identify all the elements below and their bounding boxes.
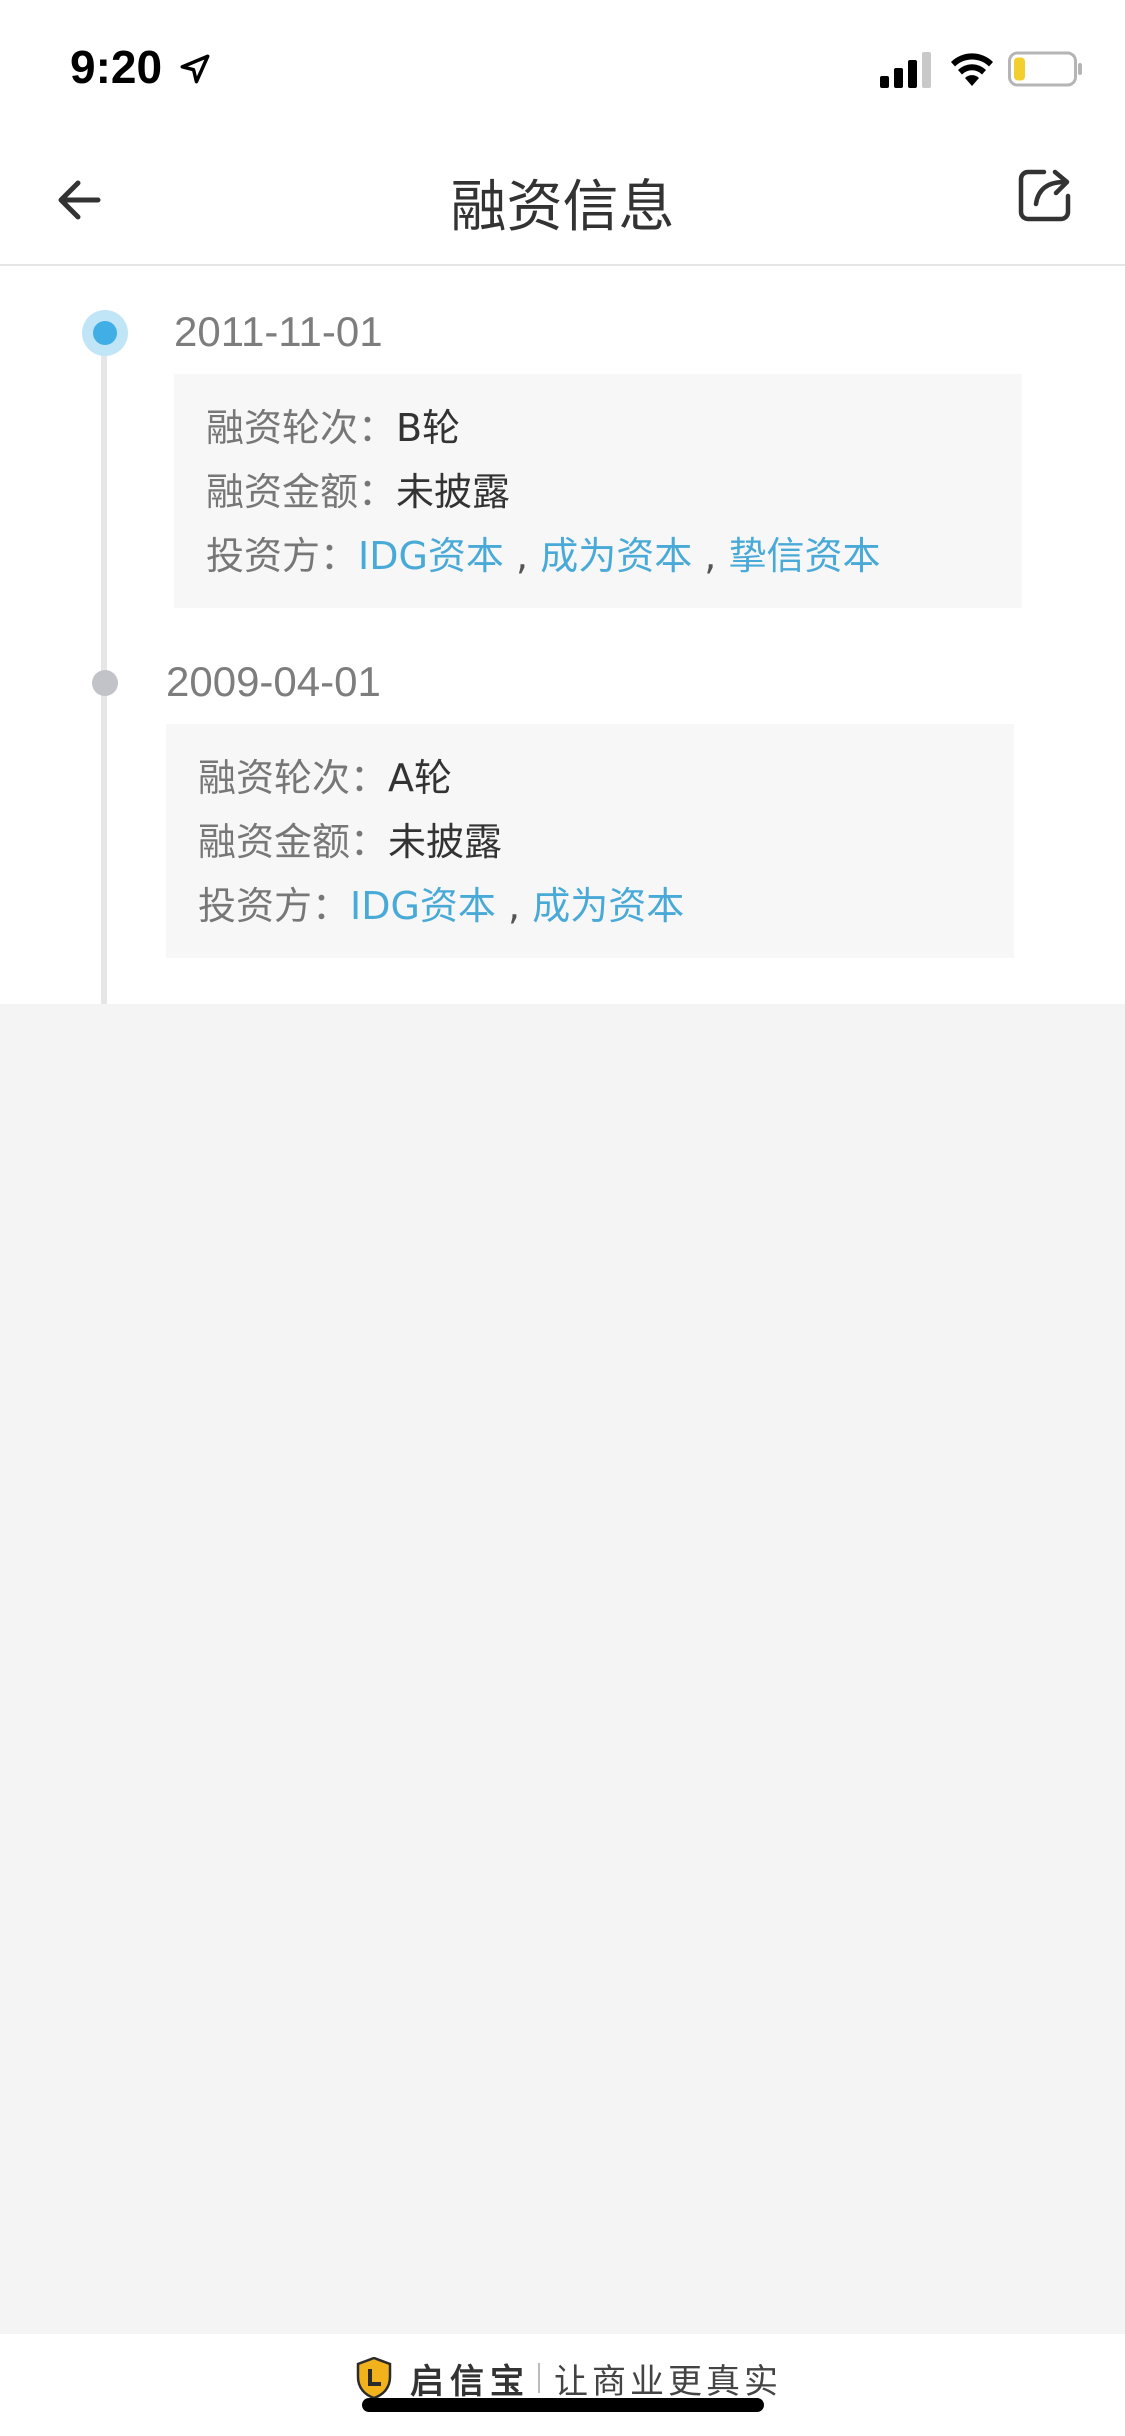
brand-slogan: 让商业更真实 bbox=[554, 2361, 782, 2402]
investor-link[interactable]: IDG资本 bbox=[358, 534, 504, 578]
shield-logo-icon bbox=[356, 2357, 392, 2399]
footer: 启信宝 让商业更真实 bbox=[0, 2334, 1125, 2436]
round-value: B轮 bbox=[396, 406, 461, 450]
round-row: 融资轮次：B轮 bbox=[206, 396, 1022, 460]
round-label: 融资轮次： bbox=[198, 756, 389, 800]
home-indicator[interactable] bbox=[362, 2398, 764, 2412]
nav-bar: 融资信息 bbox=[0, 132, 1125, 266]
investor-label: 投资方： bbox=[206, 534, 359, 578]
amount-row: 融资金额：未披露 bbox=[198, 810, 1014, 874]
investor-label: 投资方： bbox=[198, 884, 351, 928]
share-icon bbox=[1018, 169, 1071, 222]
amount-value: 未披露 bbox=[388, 820, 503, 864]
amount-label: 融资金额： bbox=[206, 470, 397, 514]
timeline-dot bbox=[92, 670, 118, 696]
financing-card: 融资轮次：B轮 融资金额：未披露 投资方：IDG资本 , 成为资本 , 挚信资本 bbox=[174, 374, 1022, 608]
investor-link[interactable]: 成为资本 bbox=[532, 884, 684, 928]
status-time: 9:20 bbox=[70, 41, 163, 93]
round-value: A轮 bbox=[388, 756, 453, 800]
investor-link[interactable]: 挚信资本 bbox=[728, 534, 880, 578]
investor-link[interactable]: IDG资本 bbox=[350, 884, 496, 928]
amount-label: 融资金额： bbox=[198, 820, 389, 864]
round-label: 融资轮次： bbox=[206, 406, 397, 450]
timeline-line bbox=[101, 684, 107, 1004]
financing-timeline: 2011-11-01 融资轮次：B轮 融资金额：未披露 投资方：IDG资本 , … bbox=[0, 266, 1125, 1004]
signal-icon bbox=[880, 52, 931, 88]
brand-name: 启信宝 bbox=[410, 2361, 530, 2402]
brand-divider bbox=[538, 2363, 540, 2393]
battery-icon bbox=[1008, 51, 1082, 87]
investor-row: 投资方：IDG资本 , 成为资本 bbox=[198, 874, 1014, 938]
investor-row: 投资方：IDG资本 , 成为资本 , 挚信资本 bbox=[206, 524, 1022, 588]
timeline-line bbox=[101, 332, 107, 714]
round-row: 融资轮次：A轮 bbox=[198, 746, 1014, 810]
status-bar: 9:20 bbox=[0, 0, 1125, 132]
footer-brand: 启信宝 让商业更真实 bbox=[356, 2354, 782, 2402]
financing-date: 2009-04-01 bbox=[166, 658, 381, 705]
location-arrow-icon bbox=[180, 54, 210, 84]
page-title: 融资信息 bbox=[450, 175, 675, 240]
amount-value: 未披露 bbox=[396, 470, 511, 514]
financing-date: 2011-11-01 bbox=[174, 308, 383, 355]
amount-row: 融资金额：未披露 bbox=[206, 460, 1022, 524]
investor-link[interactable]: 成为资本 bbox=[540, 534, 692, 578]
share-button[interactable] bbox=[1014, 164, 1076, 226]
investor-separator: , bbox=[503, 534, 541, 578]
timeline-dot-active bbox=[93, 321, 117, 345]
investor-separator: , bbox=[692, 534, 729, 578]
wifi-icon bbox=[951, 53, 993, 86]
investor-separator: , bbox=[495, 884, 533, 928]
financing-card: 融资轮次：A轮 融资金额：未披露 投资方：IDG资本 , 成为资本 bbox=[166, 724, 1014, 958]
